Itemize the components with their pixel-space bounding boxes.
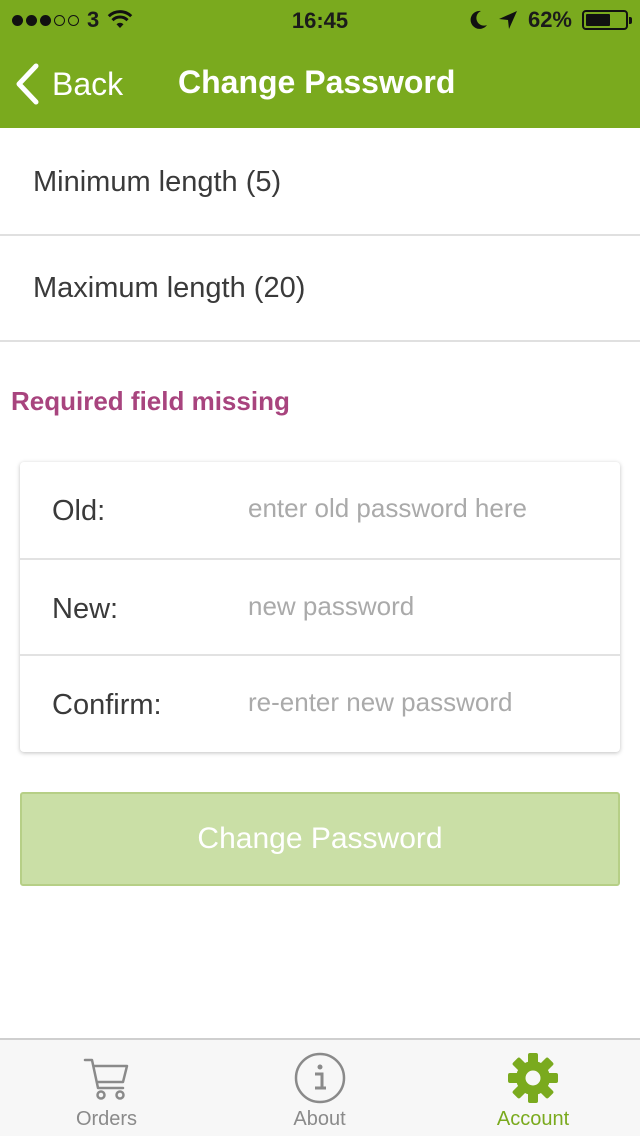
back-button[interactable]: Back [14,62,123,106]
confirm-password-label: Confirm: [52,689,162,721]
battery-icon [582,10,632,30]
gear-icon [508,1053,558,1103]
rule-label: Minimum length (5) [33,165,282,198]
tab-bar: Orders About Account [0,1038,640,1136]
status-bar: 3 16:45 62% [0,0,640,40]
chevron-left-icon [16,63,39,105]
info-icon [294,1052,345,1104]
rule-label: Maximum length (20) [33,271,306,304]
location-arrow-icon [498,11,517,29]
header: 3 16:45 62% Back Change Password [0,0,640,128]
old-password-label: Old: [52,495,106,527]
rule-min-length: Minimum length (5) [0,130,640,236]
cart-icon [83,1058,128,1100]
tab-about[interactable]: About [213,1040,426,1136]
moon-icon [470,10,487,29]
back-label: Back [52,65,124,102]
tab-label: Account [496,1108,570,1130]
old-password-input[interactable] [248,484,598,532]
tab-label: About [293,1108,346,1130]
new-password-input[interactable] [248,582,598,630]
tab-account[interactable]: Account [426,1040,640,1136]
battery-percent: 62% [527,7,572,32]
tab-orders[interactable]: Orders [0,1040,213,1136]
page-title: Change Password [178,64,456,100]
new-password-label: New: [52,593,119,625]
change-password-button[interactable]: Change Password [20,792,620,886]
battery-fill [586,14,610,26]
error-message: Required field missing [11,386,290,416]
rule-max-length: Maximum length (20) [0,236,640,342]
tab-label: Orders [75,1108,138,1130]
new-password-row: New: [20,558,620,654]
confirm-password-row: Confirm: [20,654,620,752]
confirm-password-input[interactable] [248,678,598,726]
nav-bar: Back Change Password [0,40,640,128]
status-right: 62% [470,7,632,32]
password-form: Old: New: Confirm: [20,462,620,752]
old-password-row: Old: [20,462,620,558]
